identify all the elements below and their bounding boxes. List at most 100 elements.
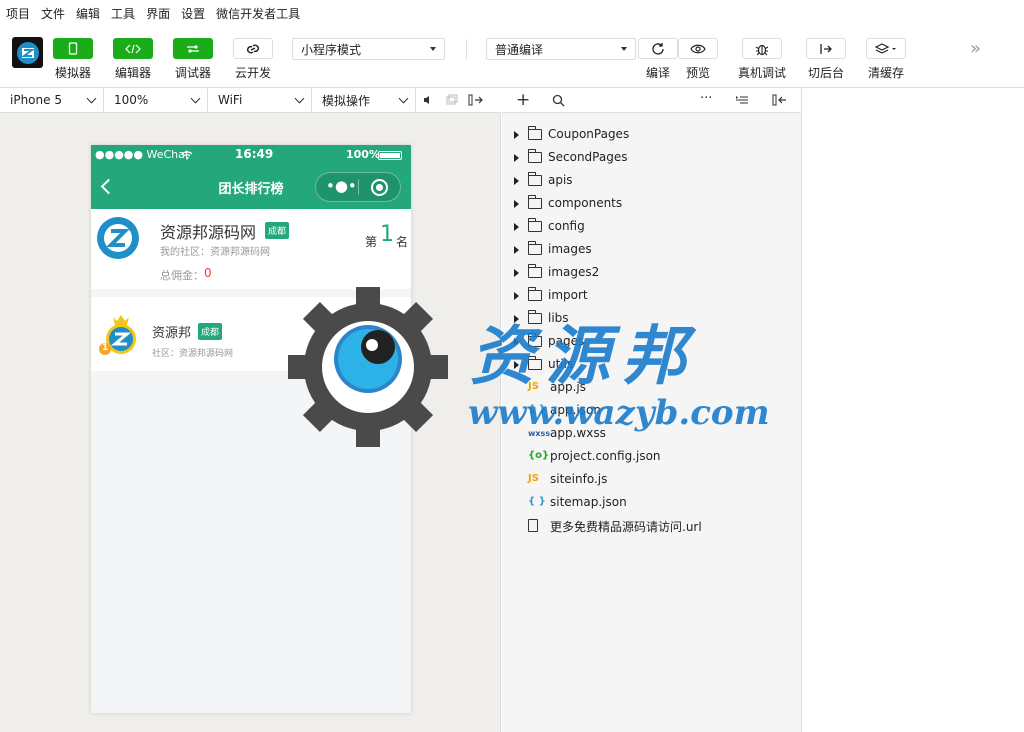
file-item[interactable]: JS siteinfo.js <box>502 469 802 491</box>
menu-item-project[interactable]: 项目 <box>6 5 30 22</box>
more-dots-icon[interactable]: •●• <box>326 177 357 195</box>
status-time: 16:49 <box>235 147 274 161</box>
compile-button[interactable] <box>638 38 678 59</box>
folder-item[interactable]: libs <box>502 308 802 330</box>
operation-select[interactable]: 模拟操作 <box>312 88 416 112</box>
folder-item[interactable]: CouponPages <box>502 124 802 146</box>
folder-item[interactable]: import <box>502 285 802 307</box>
compile-select[interactable]: 普通编译 <box>486 38 636 60</box>
leader-name: 资源邦源码网 <box>160 223 257 242</box>
folder-icon <box>528 264 542 278</box>
file-tree-header: + ··· <box>502 88 801 113</box>
cloud-button[interactable] <box>233 38 273 59</box>
simulator-label: 模拟器 <box>54 66 91 80</box>
folder-icon <box>528 172 542 186</box>
expand-arrow-icon[interactable] <box>514 269 519 277</box>
file-icon <box>528 519 538 532</box>
expand-arrow-icon[interactable] <box>514 131 519 139</box>
menu-item-view[interactable]: 界面 <box>146 5 170 22</box>
menu-item-tools[interactable]: 工具 <box>111 5 135 22</box>
zoom-value: 100% <box>114 93 149 107</box>
expand-arrow-icon[interactable] <box>514 223 519 231</box>
folder-item[interactable]: images <box>502 239 802 261</box>
file-name: apis <box>548 173 573 187</box>
expand-arrow-icon[interactable] <box>514 246 519 254</box>
device-select[interactable]: iPhone 5 <box>0 88 104 112</box>
mode-select[interactable]: 小程序模式 <box>292 38 445 60</box>
expand-arrow-icon[interactable] <box>514 292 519 300</box>
operation-value: 模拟操作 <box>322 93 371 108</box>
expand-arrow-icon[interactable] <box>514 338 519 346</box>
folder-item[interactable]: pages <box>502 331 802 353</box>
rank-suffix: 名 <box>396 235 409 249</box>
more-icon[interactable]: ··· <box>700 91 712 106</box>
folder-icon <box>528 241 542 255</box>
file-item[interactable]: JS app.js <box>502 377 802 399</box>
file-item[interactable]: { } sitemap.json <box>502 492 802 514</box>
chevron-down-icon <box>398 93 409 104</box>
search-icon[interactable] <box>552 94 565 107</box>
file-name: components <box>548 196 623 210</box>
editor-button[interactable] <box>113 38 153 59</box>
folder-item[interactable]: components <box>502 193 802 215</box>
file-name: app.js <box>550 380 586 394</box>
code-icon <box>125 44 141 53</box>
file-name: config <box>548 219 585 233</box>
file-name: CouponPages <box>548 127 630 141</box>
expand-arrow-icon[interactable] <box>514 361 519 369</box>
preview-button[interactable] <box>678 38 718 59</box>
volume-icon[interactable] <box>416 88 440 112</box>
folder-item[interactable]: images2 <box>502 262 802 284</box>
expand-arrow-icon[interactable] <box>514 315 519 323</box>
file-name: 更多免费精品源码请访问.url <box>550 520 702 534</box>
menu-item-file[interactable]: 文件 <box>41 5 65 22</box>
file-item[interactable]: 更多免费精品源码请访问.url <box>502 515 802 537</box>
clear-cache-button[interactable] <box>866 38 906 59</box>
file-item[interactable]: {o} project.config.json <box>502 446 802 468</box>
avatar[interactable] <box>12 37 43 68</box>
json-file-icon: { } <box>528 404 546 415</box>
window-icon[interactable] <box>440 88 464 112</box>
config-file-icon: {o} <box>528 450 550 461</box>
city-badge: 成都 <box>198 323 223 340</box>
device-value: iPhone 5 <box>10 93 62 107</box>
expand-arrow-icon[interactable] <box>514 200 519 208</box>
file-item[interactable]: wxss app.wxss <box>502 423 802 445</box>
folder-icon <box>528 149 542 163</box>
menu-item-edit[interactable]: 编辑 <box>76 5 100 22</box>
expand-arrow-icon[interactable] <box>514 177 519 185</box>
folder-item[interactable]: utils <box>502 354 802 376</box>
more-icon[interactable]: » <box>970 38 981 59</box>
debugger-button[interactable] <box>173 38 213 59</box>
background-button[interactable] <box>806 38 846 59</box>
collapse-icon[interactable] <box>735 95 749 105</box>
folder-item[interactable]: SecondPages <box>502 147 802 169</box>
bug-icon <box>755 44 769 55</box>
file-name: app.json <box>550 403 601 417</box>
remote-debug-button[interactable] <box>742 38 782 59</box>
close-target-icon[interactable] <box>371 179 388 196</box>
network-select[interactable]: WiFi <box>208 88 312 112</box>
folder-icon <box>528 195 542 209</box>
simulator-button[interactable] <box>53 38 93 59</box>
zoom-select[interactable]: 100% <box>104 88 208 112</box>
clear-cache-label: 清缓存 <box>867 66 904 80</box>
file-item[interactable]: { } app.json <box>502 400 802 422</box>
expand-arrow-icon[interactable] <box>514 154 519 162</box>
folder-item[interactable]: config <box>502 216 802 238</box>
menu-item-devtools[interactable]: 微信开发者工具 <box>216 5 300 22</box>
dock-icon[interactable] <box>772 94 787 106</box>
file-name: project.config.json <box>550 449 661 463</box>
add-icon[interactable]: + <box>516 90 530 110</box>
leader-card[interactable]: 1 资源邦 成都 社区：资源邦源码网 0 <box>91 297 411 371</box>
js-file-icon: JS <box>528 381 539 392</box>
layers-icon <box>875 42 896 54</box>
folder-item[interactable]: apis <box>502 170 802 192</box>
detach-icon[interactable] <box>464 88 488 112</box>
capsule-divider <box>358 179 359 195</box>
menu-item-settings[interactable]: 设置 <box>181 5 205 22</box>
leader-card-self[interactable]: 资源邦源码网 成都 我的社区：资源邦源码网 第 1 名 总佣金： 0 <box>91 209 411 289</box>
switch-icon <box>820 43 832 54</box>
file-name: import <box>548 288 588 302</box>
file-name: sitemap.json <box>550 495 627 509</box>
